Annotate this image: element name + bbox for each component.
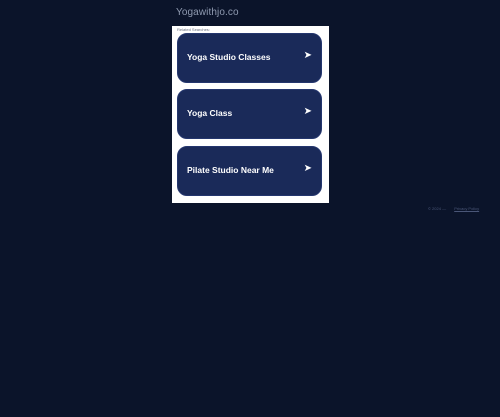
privacy-policy-link[interactable]: Privacy Policy [454, 206, 479, 211]
arrow-right-icon: ➤ [303, 50, 312, 61]
footer: © 2024 — Privacy Policy [428, 206, 479, 211]
search-link-pilate-studio-near-me[interactable]: Pilate Studio Near Me ➤ [177, 146, 322, 196]
domain-title: Yogawithjo.co [176, 7, 239, 18]
search-link-yoga-class[interactable]: Yoga Class ➤ [177, 89, 322, 139]
copyright-text: © 2024 — [428, 206, 447, 211]
search-link-yoga-studio-classes[interactable]: Yoga Studio Classes ➤ [177, 33, 322, 83]
parked-domain-page: Yogawithjo.co Related Searches: Yoga Stu… [0, 0, 500, 417]
search-link-label: Yoga Class [187, 108, 233, 118]
search-link-label: Yoga Studio Classes [187, 52, 271, 62]
related-searches-heading: Related Searches: [177, 27, 210, 32]
related-searches-panel: Related Searches: Yoga Studio Classes ➤ … [172, 26, 329, 203]
search-link-label: Pilate Studio Near Me [187, 165, 274, 175]
arrow-right-icon: ➤ [303, 106, 312, 117]
arrow-right-icon: ➤ [303, 163, 312, 174]
